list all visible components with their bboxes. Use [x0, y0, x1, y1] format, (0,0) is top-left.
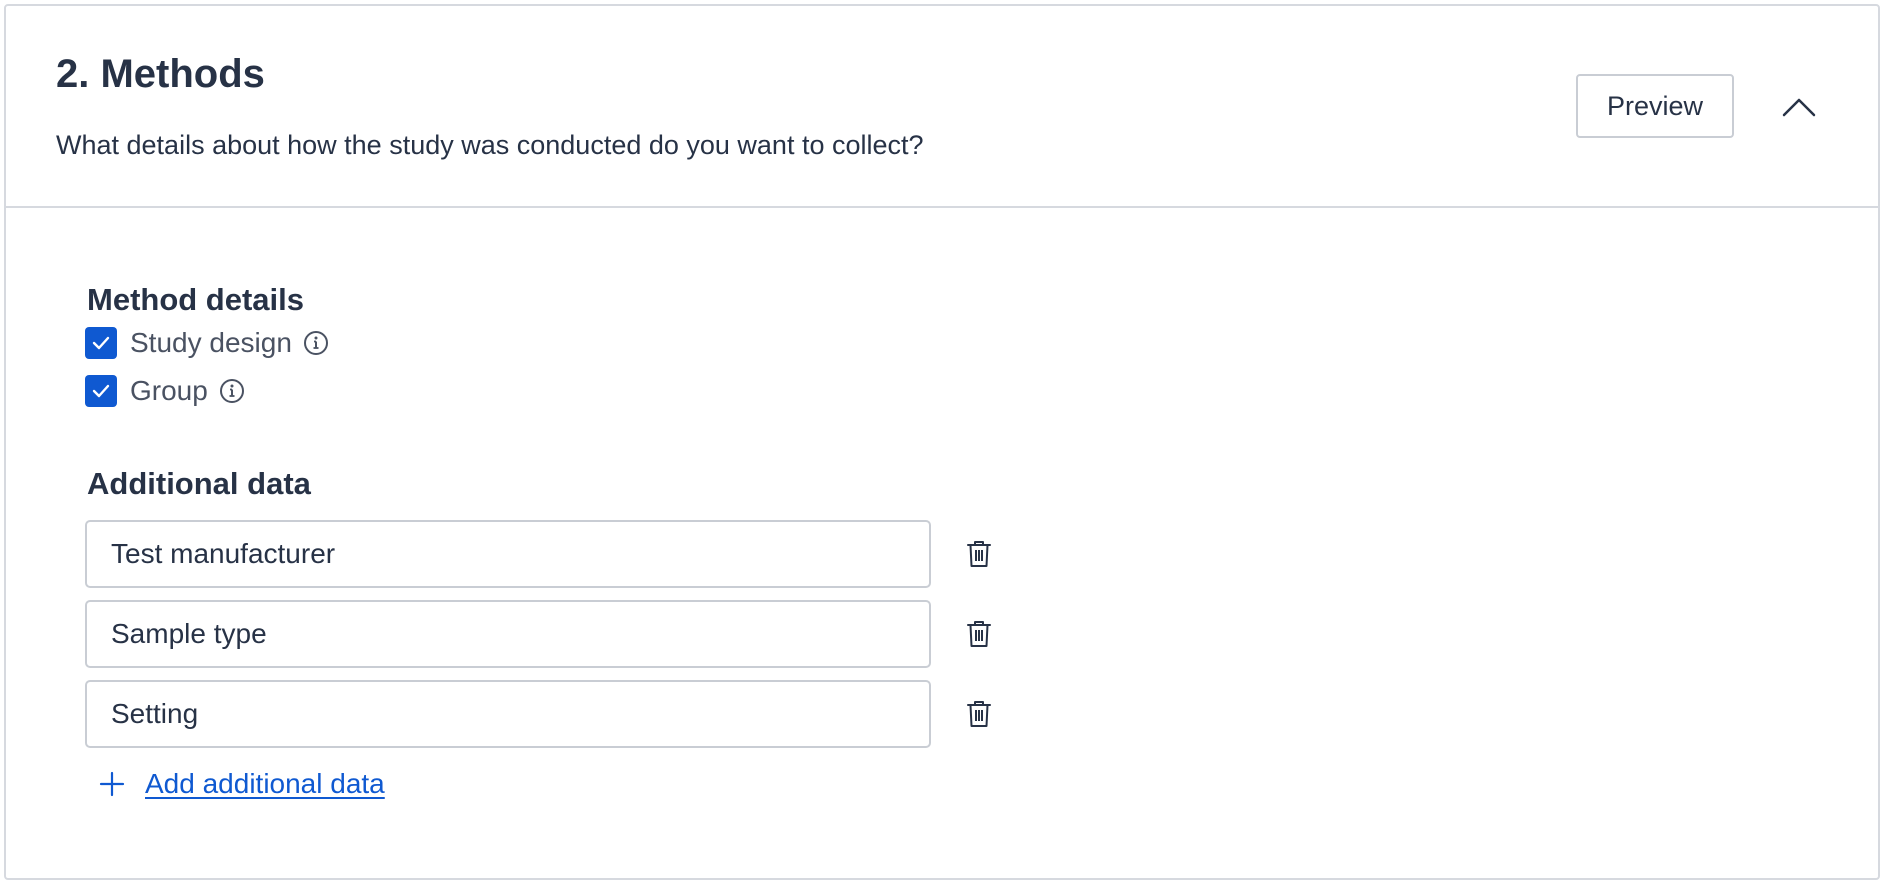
study-design-label: Study design — [130, 327, 292, 358]
group-label: Group — [130, 375, 208, 406]
additional-data-input[interactable] — [85, 680, 931, 748]
add-additional-data-link[interactable]: Add additional data — [99, 765, 385, 803]
panel-header: 2. Methods What details about how the st… — [6, 6, 1878, 208]
delete-button[interactable] — [959, 614, 999, 654]
trash-icon — [967, 621, 991, 647]
additional-data-title: Additional data — [87, 466, 311, 501]
info-icon[interactable] — [303, 330, 329, 356]
preview-button[interactable]: Preview — [1576, 74, 1734, 138]
info-icon[interactable] — [219, 378, 245, 404]
methods-panel: 2. Methods What details about how the st… — [4, 4, 1880, 880]
checkmark-icon — [92, 336, 110, 350]
section-description: What details about how the study was con… — [56, 130, 924, 160]
checkmark-icon — [92, 384, 110, 398]
checkbox-row-group: Group — [85, 375, 245, 407]
trash-icon — [967, 701, 991, 727]
study-design-checkbox[interactable] — [85, 327, 117, 359]
group-checkbox[interactable] — [85, 375, 117, 407]
additional-data-input[interactable] — [85, 600, 931, 668]
section-title: 2. Methods — [56, 52, 265, 96]
chevron-up-icon — [1782, 98, 1816, 117]
additional-data-input[interactable] — [85, 520, 931, 588]
collapse-button[interactable] — [1776, 84, 1822, 130]
checkbox-row-study-design: Study design — [85, 327, 329, 359]
delete-button[interactable] — [959, 694, 999, 734]
plus-icon — [99, 771, 125, 797]
method-details-title: Method details — [87, 282, 305, 317]
delete-button[interactable] — [959, 534, 999, 574]
add-additional-data-label[interactable]: Add additional data — [145, 770, 385, 798]
trash-icon — [967, 541, 991, 567]
